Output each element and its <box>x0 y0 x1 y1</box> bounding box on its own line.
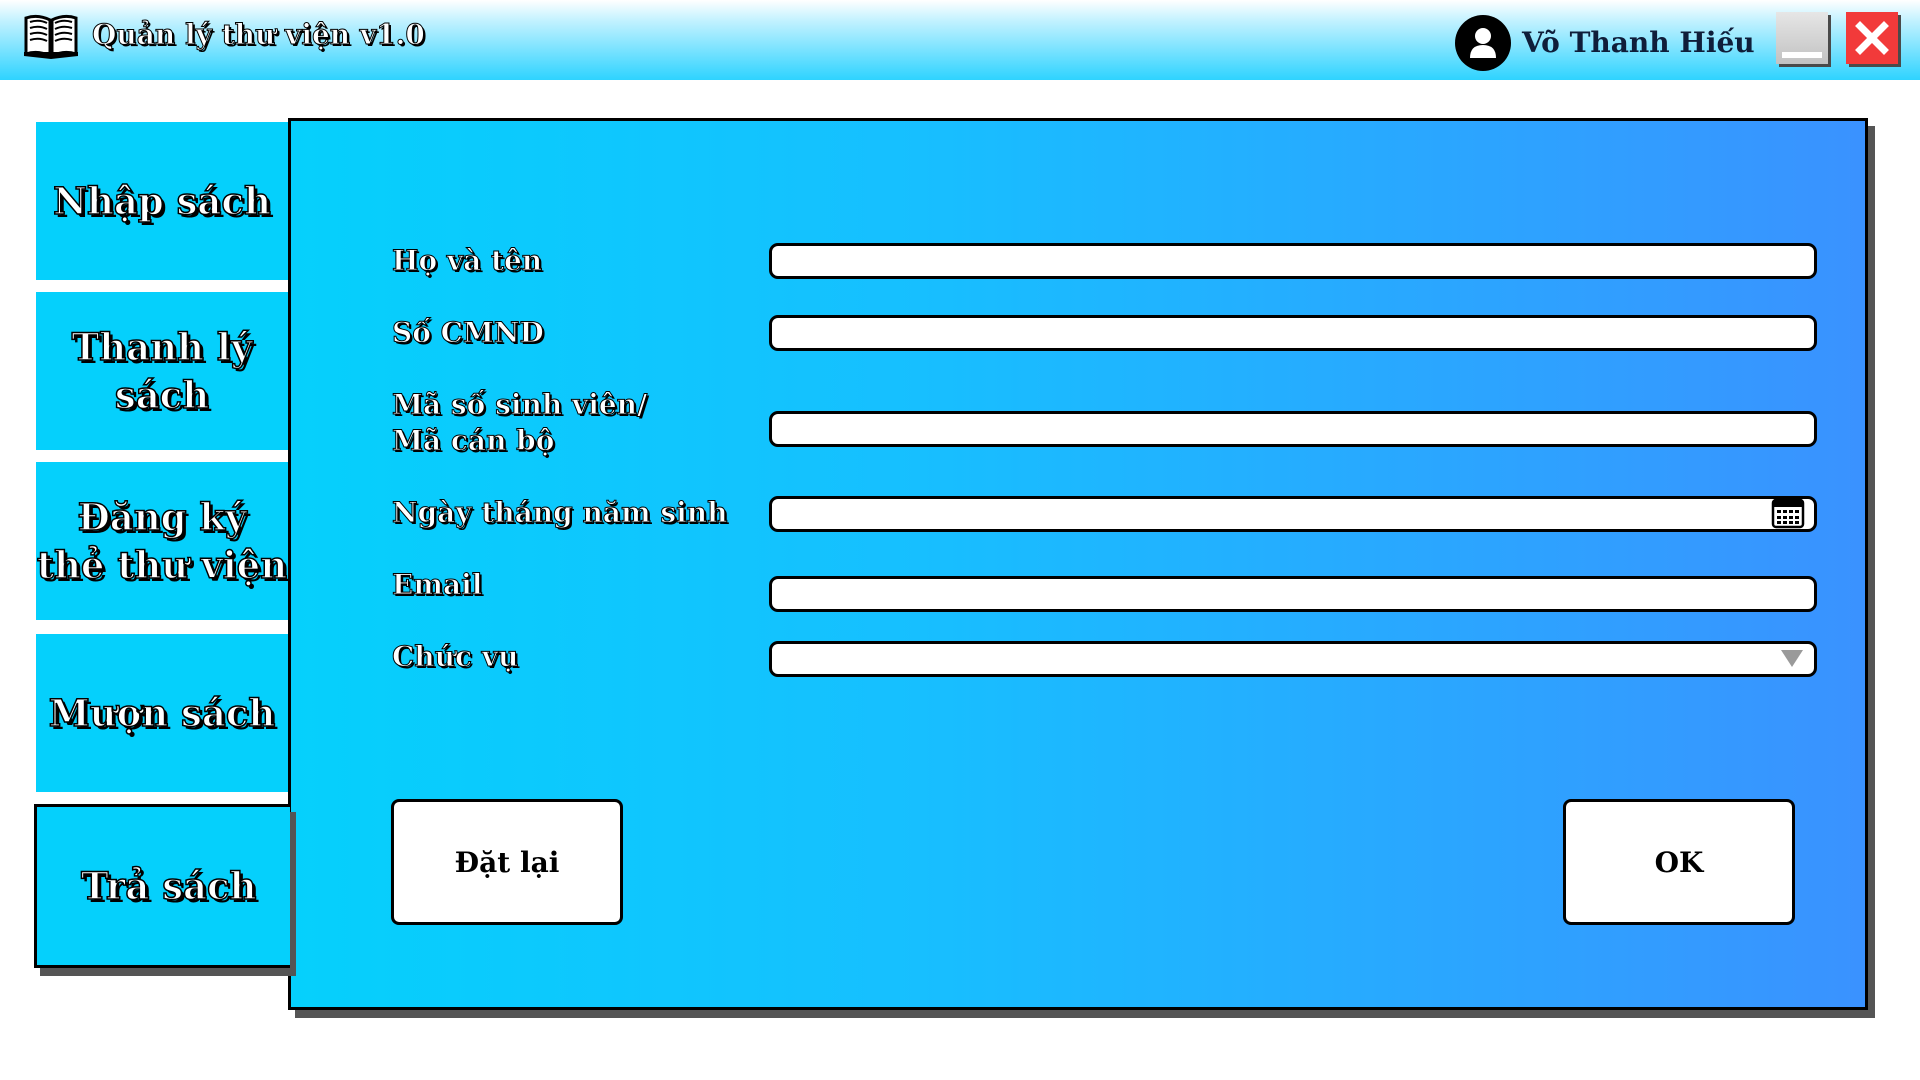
email-input[interactable] <box>769 576 1817 612</box>
title-bar: Quản lý thư viện v1.0 Võ Thanh Hiếu <box>0 0 1920 80</box>
label-so-cmnd: Số CMND <box>392 316 545 350</box>
user-avatar-icon[interactable] <box>1454 14 1512 72</box>
label-ho-va-ten: Họ và tên <box>391 244 543 278</box>
close-button[interactable] <box>1846 12 1898 64</box>
chuc-vu-select[interactable] <box>769 641 1817 677</box>
so-cmnd-input[interactable] <box>769 315 1817 351</box>
app-title: Quản lý thư viện v1.0 <box>92 18 426 52</box>
label-email: Email <box>391 568 483 602</box>
ngay-sinh-input[interactable] <box>769 496 1817 532</box>
sidebar-item-label: Trả sách <box>80 863 257 909</box>
ma-so-input[interactable] <box>769 411 1817 447</box>
dropdown-arrow-icon[interactable] <box>1781 650 1803 667</box>
minimize-icon <box>1782 52 1822 58</box>
label-ma-so: Mã số sinh viên/ Mã cán bộ <box>391 388 648 458</box>
sidebar-item-thanh-ly-sach[interactable]: Thanh lý sách <box>36 292 288 450</box>
sidebar-item-dang-ky-the[interactable]: Đăng ký thẻ thư viện <box>36 462 288 620</box>
ho-va-ten-input[interactable] <box>769 243 1817 279</box>
sidebar-item-muon-sach[interactable]: Mượn sách <box>36 634 288 792</box>
open-book-icon <box>24 14 78 59</box>
close-icon <box>1855 21 1889 55</box>
user-name: Võ Thanh Hiếu <box>1522 26 1755 59</box>
label-ngay-sinh: Ngày tháng năm sinh <box>391 496 728 530</box>
calendar-icon[interactable] <box>1771 495 1805 529</box>
sidebar-item-label: Thanh lý sách <box>71 324 253 418</box>
sidebar-item-label: Nhập sách <box>52 178 271 224</box>
reset-button[interactable]: Đặt lại <box>391 799 623 925</box>
sidebar-item-label: Mượn sách <box>48 690 276 736</box>
sidebar-item-tra-sach[interactable]: Trả sách <box>34 804 290 968</box>
label-chuc-vu: Chức vụ <box>391 640 519 674</box>
sidebar-item-label: Đăng ký thẻ thư viện <box>36 494 288 588</box>
main-panel: Họ và tên Số CMND Mã số sinh viên/ Mã cá… <box>288 118 1868 1010</box>
ok-button[interactable]: OK <box>1563 799 1795 925</box>
minimize-button[interactable] <box>1776 12 1828 64</box>
sidebar-item-nhap-sach[interactable]: Nhập sách <box>36 122 288 280</box>
